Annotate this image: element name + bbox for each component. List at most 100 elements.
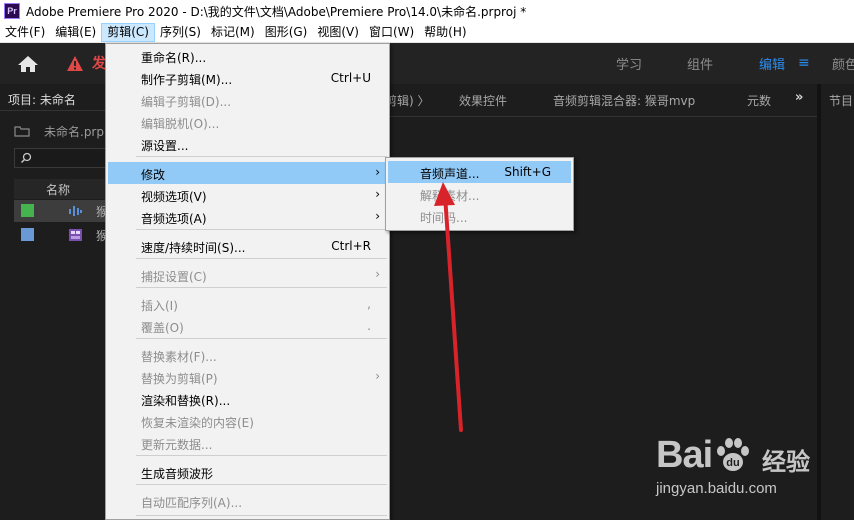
menu-item-generate-audio-waveform[interactable]: 生成音频波形 — [108, 461, 387, 483]
menu-item-label: 视频选项(V) — [141, 190, 207, 204]
menu-item-label: 编辑子剪辑(D)... — [141, 95, 232, 109]
tab-effect-controls[interactable]: 效果控件 — [459, 92, 507, 109]
submenu-chevron-right-icon: › — [375, 165, 380, 179]
menu-item-audio-options[interactable]: 音频选项(A) › — [108, 206, 387, 228]
menu-separator — [136, 338, 387, 339]
menu-help[interactable]: 帮助(H) — [419, 23, 471, 42]
tab-source-clip[interactable]: 剪辑) 〉 — [385, 92, 430, 109]
menu-graphics[interactable]: 图形(G) — [260, 23, 313, 42]
menu-item-refresh-metadata[interactable]: 更新元数据... — [108, 432, 387, 454]
project-panel-tab[interactable]: 项目: 未命名 — [8, 91, 76, 108]
menu-item-label: 插入(I) — [141, 299, 178, 313]
home-icon[interactable] — [16, 54, 40, 74]
workspace-tab-learn[interactable]: 学习 — [616, 54, 642, 73]
column-name-label[interactable]: 名称 — [46, 181, 70, 198]
menu-item-label: 制作子剪辑(M)... — [141, 73, 233, 87]
menu-item-render-and-replace[interactable]: 渲染和替换(R)... — [108, 388, 387, 410]
menu-item-label: 覆盖(O) — [141, 321, 184, 335]
menu-file[interactable]: 文件(F) — [0, 23, 50, 42]
submenu-item-interpret-footage[interactable]: 解释素材... — [388, 183, 571, 205]
menu-item-edit-subclip[interactable]: 编辑子剪辑(D)... — [108, 89, 387, 111]
warning-text[interactable]: 发 — [92, 53, 106, 73]
menu-item-replace-with-clip[interactable]: 替换为剪辑(P) › — [108, 366, 387, 388]
column-header: 名称 — [14, 179, 106, 199]
menu-item-label: 捕捉设置(C) — [141, 270, 207, 284]
watermark-product-text: 经验 — [762, 448, 810, 476]
tab-audio-clip-mixer[interactable]: 音频剪辑混合器: 猴哥mvp — [553, 92, 695, 109]
menu-item-shortcut: Ctrl+U — [330, 71, 371, 85]
menu-item-modify[interactable]: 修改 › — [108, 162, 387, 184]
modify-submenu: 音频声道... Shift+G 解释素材... 时间码... — [385, 157, 574, 231]
submenu-chevron-right-icon: › — [375, 209, 380, 223]
menu-separator — [136, 287, 387, 288]
workspace-tab-assembly[interactable]: 组件 — [687, 54, 713, 73]
tab-program-monitor[interactable]: 节目 — [829, 92, 853, 109]
menu-view[interactable]: 视图(V) — [312, 23, 364, 42]
menu-item-label: 音频选项(A) — [141, 212, 207, 226]
submenu-chevron-right-icon: › — [375, 267, 380, 281]
menu-item-label: 更新元数据... — [141, 438, 213, 452]
submenu-item-shortcut: Shift+G — [504, 165, 551, 179]
project-item-row[interactable]: 猴 — [14, 200, 108, 222]
tab-metadata[interactable]: 元数 — [747, 92, 771, 109]
menu-item-label: 源设置... — [141, 139, 189, 153]
premiere-app-icon: Pr — [4, 3, 20, 19]
submenu-chevron-right-icon: › — [375, 369, 380, 383]
menu-item-shortcut: . — [367, 319, 371, 333]
menu-item-capture-settings[interactable]: 捕捉设置(C) › — [108, 264, 387, 286]
menu-item-video-options[interactable]: 视频选项(V) › — [108, 184, 387, 206]
submenu-item-label: 解释素材... — [420, 189, 480, 203]
menu-item-overwrite[interactable]: 覆盖(O). — [108, 315, 387, 337]
label-color-swatch[interactable] — [21, 204, 34, 217]
menu-separator — [136, 156, 387, 157]
menu-item-edit-offline[interactable]: 编辑脱机(O)... — [108, 111, 387, 133]
menu-item-insert[interactable]: 插入(I), — [108, 293, 387, 315]
menu-separator — [136, 515, 387, 516]
menu-marker[interactable]: 标记(M) — [206, 23, 260, 42]
svg-text:du: du — [726, 457, 739, 469]
submenu-item-audio-channels[interactable]: 音频声道... Shift+G — [388, 161, 571, 183]
menu-separator — [136, 229, 387, 230]
workspace-tab-editing[interactable]: 编辑 — [759, 54, 785, 73]
clip-menu-dropdown: 重命名(R)... 制作子剪辑(M)... Ctrl+U 编辑子剪辑(D)... 编辑脱… — [105, 43, 390, 520]
warning-icon[interactable] — [66, 55, 84, 73]
more-tabs-chevron-icon[interactable]: » — [795, 90, 803, 105]
submenu-item-timecode[interactable]: 时间码... — [388, 205, 571, 227]
menu-edit[interactable]: 编辑(E) — [50, 23, 101, 42]
menu-item-restore-unrendered[interactable]: 恢复未渲染的内容(E) — [108, 410, 387, 432]
label-color-swatch[interactable] — [21, 228, 34, 241]
menu-separator — [136, 455, 387, 456]
menu-item-source-settings[interactable]: 源设置... — [108, 133, 387, 155]
menu-item-label: 恢复未渲染的内容(E) — [141, 416, 254, 430]
menu-separator — [136, 484, 387, 485]
menu-sequence[interactable]: 序列(S) — [155, 23, 206, 42]
workspace-menu-icon[interactable]: ≡ — [798, 55, 810, 71]
search-icon — [21, 152, 32, 163]
menu-item-speed-duration[interactable]: 速度/持续时间(S)... Ctrl+R — [108, 235, 387, 257]
submenu-chevron-right-icon: › — [375, 187, 380, 201]
menu-item-label: 替换素材(F)... — [141, 350, 217, 364]
audio-clip-icon — [69, 206, 82, 216]
project-panel: 项目: 未命名 未命名.prpr 名称 猴 猴 — [0, 84, 109, 520]
menu-item-label: 速度/持续时间(S)... — [141, 241, 246, 255]
menu-item-rename[interactable]: 重命名(R)... — [108, 45, 387, 67]
menu-bar: 文件(F) 编辑(E) 剪辑(C) 序列(S) 标记(M) 图形(G) 视图(V… — [0, 22, 854, 43]
project-item-row[interactable]: 猴 — [14, 224, 108, 246]
menu-window[interactable]: 窗口(W) — [364, 23, 419, 42]
paw-logo-icon: du — [717, 438, 749, 471]
menu-item-replace-footage[interactable]: 替换素材(F)... — [108, 344, 387, 366]
panel-divider — [0, 110, 106, 111]
project-file-name: 未命名.prpr — [44, 125, 109, 139]
menu-clip[interactable]: 剪辑(C) — [101, 22, 155, 42]
sequence-icon — [69, 229, 82, 241]
menu-item-automate-to-sequence[interactable]: 自动匹配序列(A)... — [108, 490, 387, 512]
window-title: Adobe Premiere Pro 2020 - D:\我的文件\文档\Ado… — [26, 4, 527, 19]
title-bar: Pr Adobe Premiere Pro 2020 - D:\我的文件\文档\… — [0, 0, 854, 22]
menu-item-make-subclip[interactable]: 制作子剪辑(M)... Ctrl+U — [108, 67, 387, 89]
workspace-tab-color[interactable]: 颜色 — [832, 54, 854, 73]
menu-item-shortcut: Ctrl+R — [331, 239, 371, 253]
menu-item-label: 重命名(R)... — [141, 51, 207, 65]
menu-item-shortcut: , — [367, 297, 371, 311]
baidu-jingyan-watermark: Bai du 经验 jingyan.baidu.com — [650, 428, 850, 508]
project-search-input[interactable] — [14, 148, 106, 168]
